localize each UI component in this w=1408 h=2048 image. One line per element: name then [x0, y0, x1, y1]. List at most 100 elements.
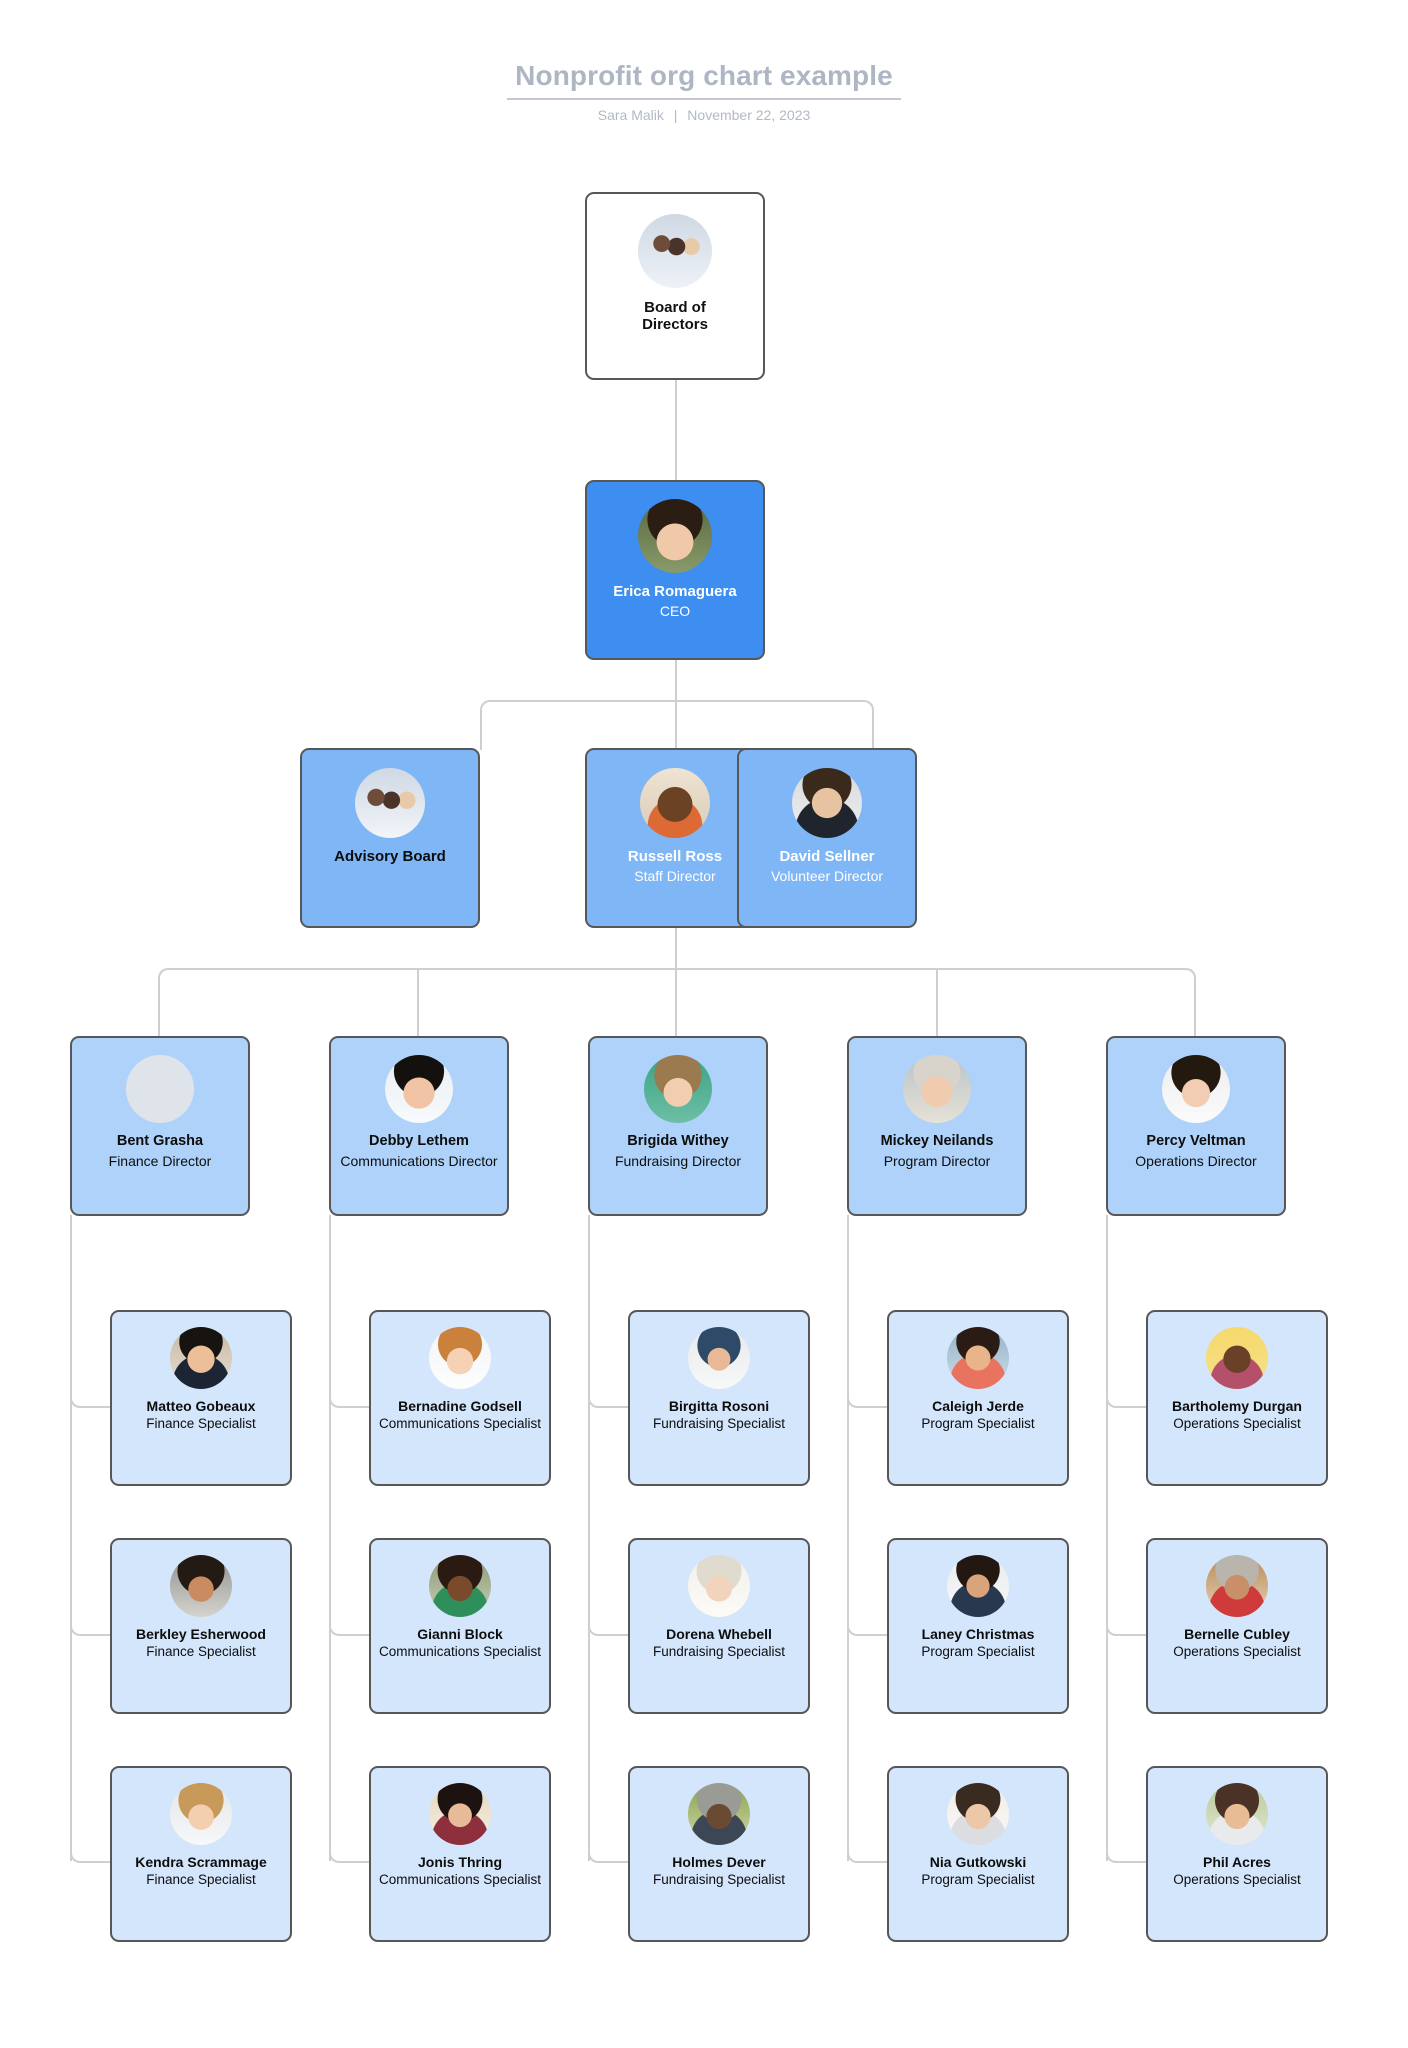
- connector-operations-to-s2: [1106, 1608, 1150, 1636]
- connector-fundraising-to-s3: [588, 1835, 632, 1863]
- node-name: Birgitta Rosoni: [668, 1398, 770, 1414]
- person-avatar: [792, 768, 862, 838]
- byline-separator: |: [673, 107, 678, 123]
- node-board-of-directors[interactable]: Board of Directors: [585, 192, 765, 380]
- person-avatar: [638, 499, 712, 573]
- connector-tier2-bus-left: [480, 700, 678, 750]
- person-avatar: [1206, 1555, 1268, 1617]
- connector-finance-spine: [70, 1215, 72, 1861]
- connector-comms-to-s3: [329, 1835, 373, 1863]
- node-communications-specialist-1[interactable]: Bernadine Godsell Communications Special…: [369, 1310, 551, 1486]
- node-title: Finance Specialist: [146, 1416, 256, 1432]
- person-avatar: [688, 1327, 750, 1389]
- node-title: Finance Specialist: [146, 1872, 256, 1888]
- node-title: Operations Specialist: [1173, 1416, 1301, 1432]
- node-volunteer-director[interactable]: David Sellner Volunteer Director: [737, 748, 917, 928]
- node-name: Matteo Gobeaux: [146, 1398, 256, 1414]
- connector-operations-spine: [1106, 1215, 1108, 1861]
- connector-tier2-center-drop: [675, 700, 677, 748]
- node-program-specialist-1[interactable]: Caleigh Jerde Program Specialist: [887, 1310, 1069, 1486]
- node-fundraising-director[interactable]: Brigida Withey Fundraising Director: [588, 1036, 768, 1216]
- connector-comms-spine: [329, 1215, 331, 1861]
- node-name: Bartholemy Durgan: [1172, 1398, 1302, 1414]
- node-finance-specialist-3[interactable]: Kendra Scrammage Finance Specialist: [110, 1766, 292, 1942]
- person-avatar: [1206, 1327, 1268, 1389]
- node-name: Gianni Block: [417, 1626, 503, 1642]
- connector-board-to-ceo: [675, 380, 677, 480]
- document-byline: Sara Malik | November 22, 2023: [0, 107, 1408, 123]
- person-avatar: [947, 1555, 1009, 1617]
- connector-program-spine: [847, 1215, 849, 1861]
- connector-tier3-drop-4: [936, 968, 938, 1036]
- node-name: Phil Acres: [1203, 1854, 1271, 1870]
- node-communications-specialist-3[interactable]: Jonis Thring Communications Specialist: [369, 1766, 551, 1942]
- node-name: David Sellner: [779, 848, 875, 865]
- node-name: Advisory Board: [334, 848, 446, 865]
- node-operations-director[interactable]: Percy Veltman Operations Director: [1106, 1036, 1286, 1216]
- node-advisory-board[interactable]: Advisory Board: [300, 748, 480, 928]
- node-finance-specialist-1[interactable]: Matteo Gobeaux Finance Specialist: [110, 1310, 292, 1486]
- node-title: Program Director: [883, 1152, 991, 1169]
- connector-comms-to-s2: [329, 1608, 373, 1636]
- node-name: Caleigh Jerde: [932, 1398, 1024, 1414]
- node-fundraising-specialist-2[interactable]: Dorena Whebell Fundraising Specialist: [628, 1538, 810, 1714]
- node-program-director[interactable]: Mickey Neilands Program Director: [847, 1036, 1027, 1216]
- node-program-specialist-2[interactable]: Laney Christmas Program Specialist: [887, 1538, 1069, 1714]
- person-avatar: [429, 1327, 491, 1389]
- person-avatar: [170, 1327, 232, 1389]
- node-finance-specialist-2[interactable]: Berkley Esherwood Finance Specialist: [110, 1538, 292, 1714]
- node-operations-specialist-2[interactable]: Bernelle Cubley Operations Specialist: [1146, 1538, 1328, 1714]
- node-name: Jonis Thring: [418, 1854, 502, 1870]
- node-operations-specialist-1[interactable]: Bartholemy Durgan Operations Specialist: [1146, 1310, 1328, 1486]
- node-title: Operations Specialist: [1173, 1644, 1301, 1660]
- person-avatar: [385, 1055, 453, 1123]
- connector-tier3-drop-2: [417, 968, 419, 1036]
- node-title: Fundraising Director: [614, 1152, 742, 1169]
- group-photo-avatar: [638, 214, 712, 288]
- person-avatar: [1162, 1055, 1230, 1123]
- node-name: Berkley Esherwood: [136, 1626, 266, 1642]
- connector-comms-to-s1: [329, 1380, 373, 1408]
- connector-finance-to-s1: [70, 1380, 114, 1408]
- connector-fundraising-spine: [588, 1215, 590, 1861]
- node-title: Program Specialist: [921, 1872, 1035, 1888]
- node-name: Nia Gutkowski: [929, 1854, 1027, 1870]
- node-ceo[interactable]: Erica Romaguera CEO: [585, 480, 765, 660]
- node-finance-director[interactable]: Bent Grasha Finance Director: [70, 1036, 250, 1216]
- connector-operations-to-s3: [1106, 1835, 1150, 1863]
- connector-finance-to-s2: [70, 1608, 114, 1636]
- node-title: Operations Director: [1135, 1152, 1257, 1169]
- person-avatar: [170, 1783, 232, 1845]
- node-title: Program Specialist: [921, 1644, 1035, 1660]
- connector-tier2-bus-right: [676, 700, 874, 750]
- connector-program-to-s3: [847, 1835, 891, 1863]
- node-fundraising-specialist-3[interactable]: Holmes Dever Fundraising Specialist: [628, 1766, 810, 1942]
- document-date: November 22, 2023: [687, 107, 811, 123]
- node-name: Erica Romaguera: [613, 583, 737, 600]
- node-operations-specialist-3[interactable]: Phil Acres Operations Specialist: [1146, 1766, 1328, 1942]
- connector-staffdir-stem: [675, 928, 677, 968]
- node-communications-specialist-2[interactable]: Gianni Block Communications Specialist: [369, 1538, 551, 1714]
- person-avatar: [644, 1055, 712, 1123]
- node-communications-director[interactable]: Debby Lethem Communications Director: [329, 1036, 509, 1216]
- node-name: Russell Ross: [627, 848, 723, 865]
- org-chart-canvas: Nonprofit org chart example Sara Malik |…: [0, 0, 1408, 2048]
- node-name: Debby Lethem: [369, 1133, 469, 1149]
- node-name: Bernelle Cubley: [1184, 1626, 1290, 1642]
- person-avatar: [947, 1327, 1009, 1389]
- node-name: Dorena Whebell: [666, 1626, 772, 1642]
- author-name: Sara Malik: [597, 107, 664, 123]
- node-title: Finance Specialist: [146, 1644, 256, 1660]
- node-fundraising-specialist-1[interactable]: Birgitta Rosoni Fundraising Specialist: [628, 1310, 810, 1486]
- node-program-specialist-3[interactable]: Nia Gutkowski Program Specialist: [887, 1766, 1069, 1942]
- node-title: Communications Specialist: [378, 1872, 542, 1888]
- person-avatar: [429, 1783, 491, 1845]
- node-name: Board of Directors: [642, 299, 708, 334]
- node-title: Operations Specialist: [1173, 1872, 1301, 1888]
- person-avatar: [947, 1783, 1009, 1845]
- connector-finance-to-s3: [70, 1835, 114, 1863]
- node-title: Communications Specialist: [378, 1644, 542, 1660]
- person-avatar: [126, 1055, 194, 1123]
- connector-operations-to-s1: [1106, 1380, 1150, 1408]
- node-name: Percy Veltman: [1146, 1133, 1246, 1149]
